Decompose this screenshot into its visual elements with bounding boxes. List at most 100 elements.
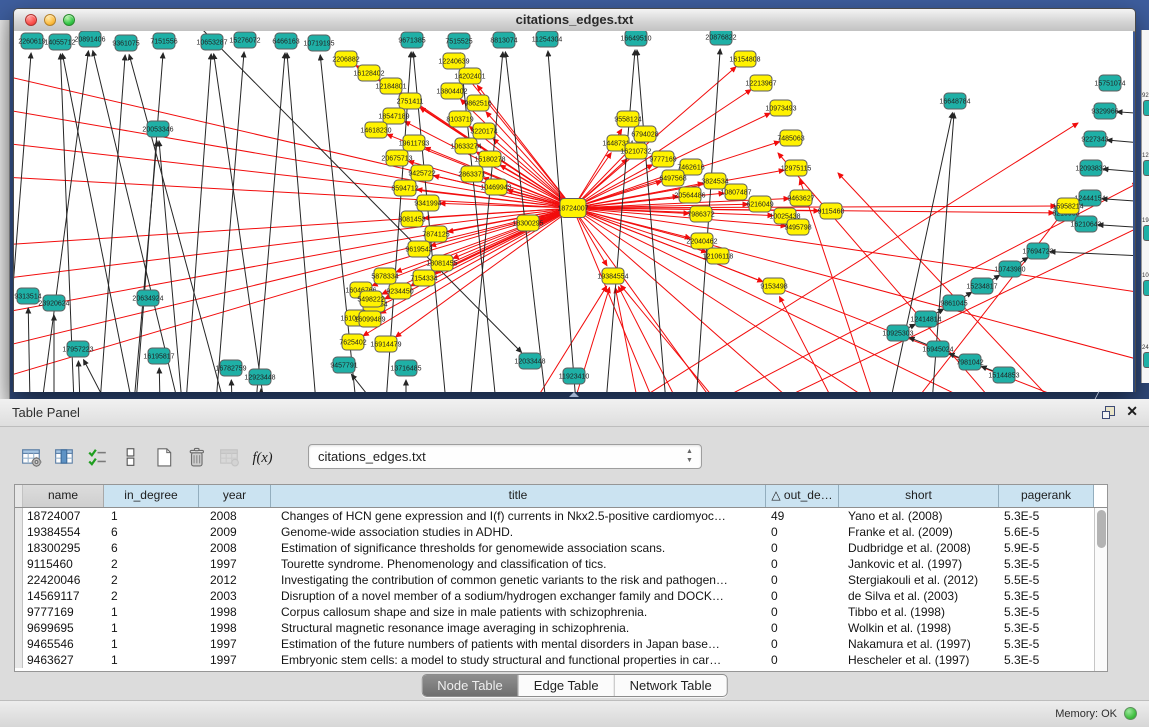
cell-name: 19384554 bbox=[23, 524, 104, 540]
table-row[interactable]: 1872400712008Changes of HCN gene express… bbox=[15, 508, 1094, 524]
network-node-label: 15276072 bbox=[229, 38, 260, 45]
select-columns-icon[interactable] bbox=[84, 443, 110, 469]
network-edge[interactable] bbox=[287, 53, 316, 392]
table-row[interactable]: 1456911722003Disruption of a novel membe… bbox=[15, 588, 1094, 604]
cell-year: 2008 bbox=[199, 508, 271, 524]
network-edge[interactable] bbox=[573, 208, 654, 392]
column-header-year[interactable]: year bbox=[199, 485, 271, 507]
panel-splitter-grip[interactable] bbox=[569, 392, 579, 397]
network-edge[interactable] bbox=[1103, 169, 1133, 174]
cell-pagerank: 5.3E-5 bbox=[999, 604, 1094, 620]
column-header-name[interactable]: name bbox=[23, 485, 104, 507]
tab-edge-table[interactable]: Edge Table bbox=[518, 675, 614, 696]
network-node-label: 9313514 bbox=[14, 294, 41, 301]
tab-node-table[interactable]: Node Table bbox=[422, 675, 518, 696]
network-edge[interactable] bbox=[256, 53, 285, 392]
row-gutter-cell bbox=[15, 556, 23, 572]
network-node-label: 20634924 bbox=[132, 296, 163, 303]
network-node-label: 11254304 bbox=[532, 37, 563, 44]
table-row[interactable]: 969969511998Structural magnetic resonanc… bbox=[15, 620, 1094, 636]
network-window-titlebar[interactable]: citations_edges.txt bbox=[14, 9, 1135, 32]
tab-network-table[interactable]: Network Table bbox=[614, 675, 727, 696]
network-node-label: 16945024 bbox=[922, 347, 953, 354]
network-edge[interactable] bbox=[28, 308, 30, 392]
table-row[interactable]: 946362711997Embryonic stem cells: a mode… bbox=[15, 652, 1094, 668]
network-node-label: 20876822 bbox=[705, 35, 736, 42]
background-network-node: 10035 bbox=[1143, 280, 1149, 296]
table-row[interactable]: 911546021997Tourette syndrome. Phenomeno… bbox=[15, 556, 1094, 572]
network-node-label: 8081453 bbox=[398, 217, 425, 224]
network-node-label: 6794028 bbox=[631, 132, 658, 139]
row-gutter-cell bbox=[15, 508, 23, 524]
cell-title: Disruption of a novel member of a sodium… bbox=[271, 588, 766, 604]
network-node-label: 18300295 bbox=[512, 221, 543, 228]
table-settings-icon[interactable] bbox=[18, 443, 44, 469]
row-gutter-cell bbox=[15, 572, 23, 588]
scrollbar-thumb[interactable] bbox=[1097, 510, 1106, 548]
network-edge[interactable] bbox=[1098, 225, 1133, 229]
network-node-label: 6466163 bbox=[272, 39, 299, 46]
column-header-title[interactable]: title bbox=[271, 485, 766, 507]
network-node-label: 5498222 bbox=[357, 297, 384, 304]
column-header-in_degree[interactable]: in_degree bbox=[104, 485, 199, 507]
cell-out_degree: 0 bbox=[766, 652, 839, 668]
network-edge[interactable] bbox=[1107, 140, 1133, 145]
table-scrollbar[interactable] bbox=[1094, 508, 1107, 671]
network-node-label: 10807487 bbox=[720, 190, 751, 197]
table-row[interactable]: 977716911998Corpus callosum shape and si… bbox=[15, 604, 1094, 620]
column-header-out_degree[interactable]: △ out_de… bbox=[766, 485, 839, 507]
table-row[interactable]: 2242004622012Investigating the contribut… bbox=[15, 572, 1094, 588]
network-edge[interactable] bbox=[93, 51, 178, 392]
float-panel-icon[interactable] bbox=[1102, 406, 1115, 419]
network-edge[interactable] bbox=[1117, 112, 1133, 115]
network-edge[interactable] bbox=[1050, 252, 1133, 257]
cell-out_degree: 0 bbox=[766, 636, 839, 652]
cell-short: Stergiakouli et al. (2012) bbox=[839, 572, 999, 588]
network-node-label: 18724007 bbox=[557, 206, 588, 213]
network-node-label: 17957223 bbox=[62, 347, 93, 354]
show-column-icon[interactable] bbox=[51, 443, 77, 469]
network-edge[interactable] bbox=[573, 208, 1074, 392]
network-edge[interactable] bbox=[216, 52, 244, 392]
cell-pagerank: 5.3E-5 bbox=[999, 652, 1094, 668]
network-edge[interactable] bbox=[14, 208, 573, 281]
table-row[interactable]: 1938455462009Genome-wide association stu… bbox=[15, 524, 1094, 540]
network-node-label: 23920624 bbox=[38, 301, 69, 308]
function-builder-icon[interactable]: f(x) bbox=[249, 443, 275, 469]
network-node-label: 15234817 bbox=[966, 284, 997, 291]
new-table-icon[interactable] bbox=[150, 443, 176, 469]
cell-out_degree: 0 bbox=[766, 540, 839, 556]
network-canvas[interactable]: 2260619140557122089140693610757151556106… bbox=[14, 31, 1133, 392]
network-edge[interactable] bbox=[548, 51, 576, 392]
network-node-label: 16782759 bbox=[215, 366, 246, 373]
close-panel-icon[interactable]: ✕ bbox=[1126, 403, 1138, 420]
column-header-pagerank[interactable]: pagerank bbox=[999, 485, 1094, 507]
cell-in_degree: 1 bbox=[104, 620, 199, 636]
table-row[interactable]: 946554611997Estimation of the future num… bbox=[15, 636, 1094, 652]
background-node-label: 10035 bbox=[1142, 273, 1149, 279]
network-edge[interactable] bbox=[606, 50, 635, 392]
network-node-label: 3824534 bbox=[701, 179, 728, 186]
row-height-icon[interactable] bbox=[117, 443, 143, 469]
network-edge[interactable] bbox=[914, 215, 1061, 392]
network-edge[interactable] bbox=[100, 55, 125, 392]
network-edge[interactable] bbox=[231, 380, 232, 392]
table-row[interactable]: 1830029562008Estimation of significance … bbox=[15, 540, 1094, 556]
background-network-node: 12734 bbox=[1143, 160, 1149, 176]
row-gutter-cell bbox=[15, 604, 23, 620]
network-edge[interactable] bbox=[78, 361, 80, 392]
cell-name: 18300295 bbox=[23, 540, 104, 556]
network-node-label: 9463627 bbox=[787, 196, 814, 203]
network-node-label: 12093832 bbox=[1075, 166, 1106, 173]
network-node-label: 16154808 bbox=[729, 57, 760, 64]
column-header-short[interactable]: short bbox=[839, 485, 999, 507]
table-selector-dropdown[interactable]: citations_edges.txt ▲▼ bbox=[308, 444, 702, 469]
row-gutter-cell bbox=[15, 588, 23, 604]
network-node-label: 9495798 bbox=[784, 225, 811, 232]
import-table-icon[interactable] bbox=[216, 443, 242, 469]
network-edge[interactable] bbox=[1102, 199, 1133, 203]
network-edge[interactable] bbox=[159, 368, 160, 392]
cell-out_degree: 0 bbox=[766, 620, 839, 636]
network-node-label: 16128402 bbox=[353, 71, 384, 78]
delete-table-icon[interactable] bbox=[183, 443, 209, 469]
